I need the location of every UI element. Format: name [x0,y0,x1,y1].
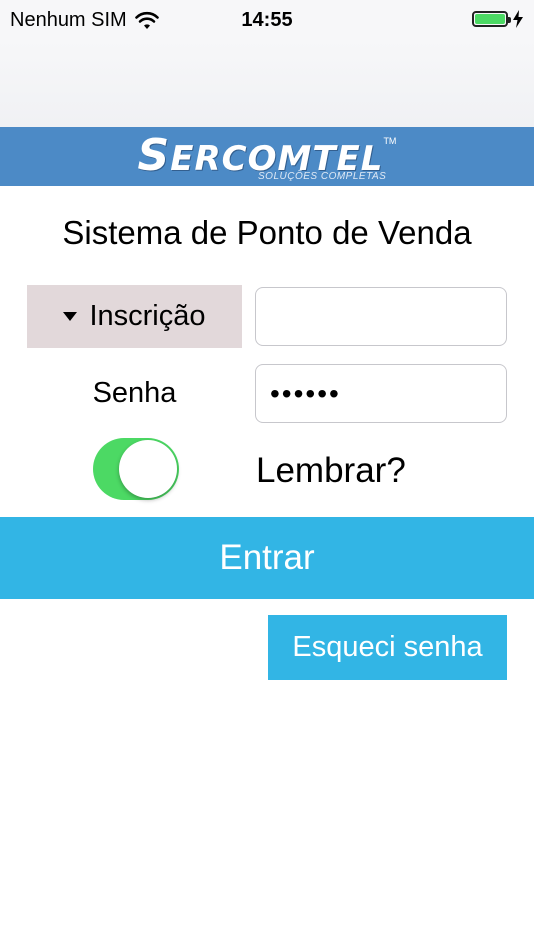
inscricao-dropdown-button[interactable]: Inscrição [27,285,242,348]
inscricao-input[interactable] [255,287,507,346]
battery-group [472,10,524,28]
status-bar: Nenhum SIM 14:55 [0,0,534,40]
caret-down-icon [63,312,78,321]
battery-icon [472,11,511,27]
battery-level [475,14,505,24]
brand-banner: SERCOMTELTM SOLUÇÕES COMPLETAS [0,127,534,186]
login-button[interactable]: Entrar [0,517,534,599]
password-input[interactable] [255,364,507,423]
toggle-knob [119,440,177,498]
remember-label: Lembrar? [256,451,406,490]
page-title: Sistema de Ponto de Venda [62,214,472,251]
forgot-password-button[interactable]: Esqueci senha [268,615,507,680]
bolt-icon [513,10,523,28]
navigation-bar [0,40,534,128]
status-time: 14:55 [241,9,293,31]
logo-trademark: TM [383,136,397,146]
logo-initial: S [137,130,171,181]
logo-subtitle: SOLUÇÕES COMPLETAS [258,171,387,182]
inscricao-label: Inscrição [89,300,206,332]
remember-toggle[interactable] [93,438,179,500]
senha-label: Senha [92,377,177,409]
